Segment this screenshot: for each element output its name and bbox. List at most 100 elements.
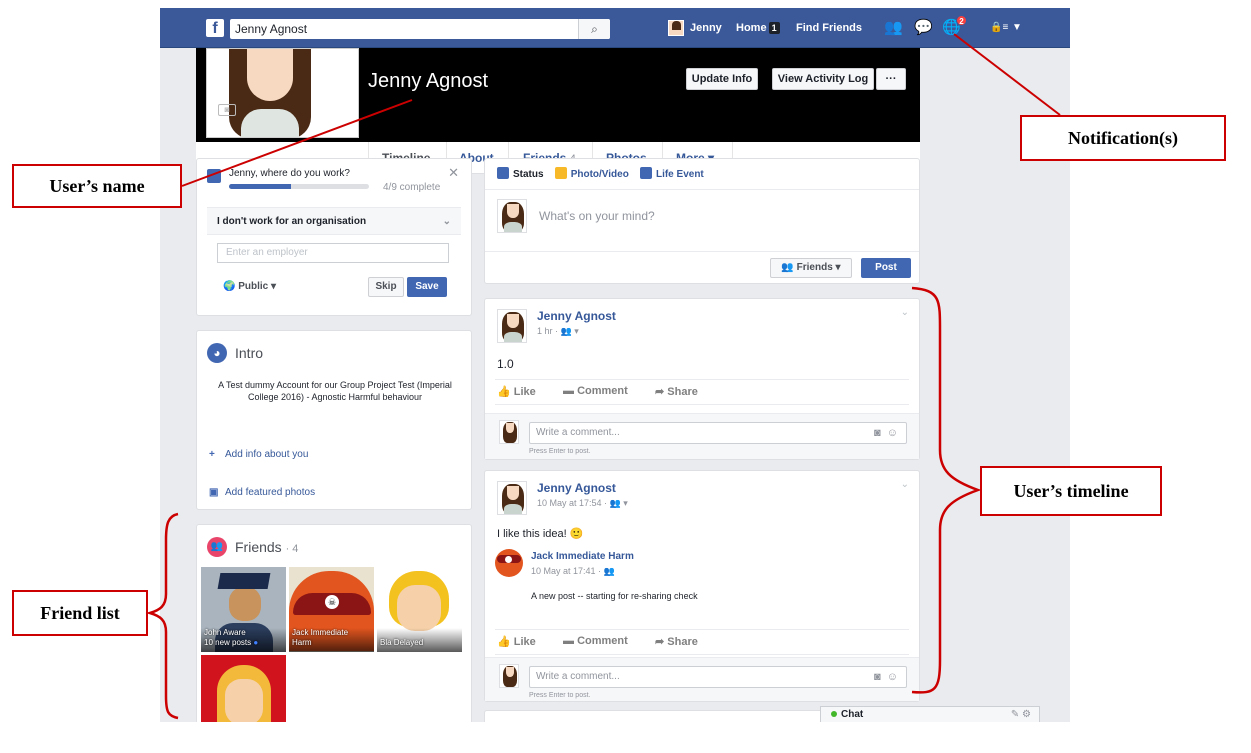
avatar[interactable] [497, 309, 527, 343]
friend-tile[interactable]: Bla Delayed [377, 567, 462, 652]
comment-icon: ▬ [563, 635, 574, 647]
add-info-label: Add info about you [225, 449, 309, 460]
shared-post-author[interactable]: Jack Immediate Harm [531, 551, 634, 562]
photo-icon [554, 167, 567, 179]
camera-icon[interactable]: ◙ [874, 671, 881, 683]
gear-icon[interactable]: ⚙ [1022, 709, 1031, 720]
friend-requests-icon[interactable]: 👥 [884, 19, 903, 37]
friends-audience-icon: 👥 [781, 262, 794, 273]
friend-name: Bla Delayed [380, 638, 424, 647]
avatar-body [504, 222, 522, 232]
friend-tile[interactable] [201, 655, 286, 722]
find-friends-link[interactable]: Find Friends [796, 20, 862, 36]
chat-bar[interactable]: Chat ✎ ⚙ [820, 706, 1040, 722]
update-info-button[interactable]: Update Info [686, 68, 758, 90]
comment-input[interactable]: Write a comment... ◙ ☺ [529, 666, 907, 688]
privacy-selector[interactable]: 🌍 Public ▾ [223, 281, 276, 292]
post-author[interactable]: Jenny Agnost [537, 481, 616, 495]
friends-title: Friends · 4 [235, 539, 298, 555]
friend-face [225, 679, 263, 722]
emoji-icon[interactable]: ☺ [887, 427, 898, 439]
comment-tools: ◙ ☺ [874, 423, 898, 443]
comment-button[interactable]: ▬ Comment [563, 635, 628, 647]
comment-label: Comment [577, 385, 628, 397]
post-options-chevron-icon[interactable]: ⌄ [901, 307, 909, 318]
home-count-badge: 1 [768, 22, 780, 34]
profile-name: Jenny Agnost [368, 70, 489, 92]
save-button[interactable]: Save [407, 277, 447, 297]
view-activity-log-button[interactable]: View Activity Log [772, 68, 874, 90]
online-dot-icon [831, 711, 837, 717]
messages-icon[interactable]: 💬 [914, 19, 933, 37]
timeline-post: Jenny Agnost 10 May at 17:54 · 👥 ▾ ⌄ I l… [484, 470, 920, 702]
post-button[interactable]: Post [861, 258, 911, 278]
graduation-cap-icon [217, 573, 271, 589]
add-info-link[interactable]: + Add info about you [209, 449, 308, 460]
friend-tile[interactable]: John Aware 10 new posts ● [201, 567, 286, 652]
avatar[interactable] [495, 549, 523, 577]
chat-tools: ✎ ⚙ [1011, 707, 1031, 722]
emoji-icon[interactable]: ☺ [887, 671, 898, 683]
post-author[interactable]: Jenny Agnost [537, 309, 616, 323]
friend-name: Jack Immediate Harm [292, 628, 349, 647]
intro-card: ◕ Intro A Test dummy Account for our Gro… [196, 330, 472, 510]
profile-picture[interactable] [206, 48, 359, 138]
privacy-lock-icon[interactable]: 🔒≡ [990, 19, 1008, 37]
comment-hint: Press Enter to post. [529, 448, 591, 455]
work-question: Jenny, where do you work? [229, 168, 350, 179]
profile-link[interactable]: Jenny [690, 20, 722, 36]
tab-status[interactable]: Status [497, 167, 544, 180]
like-button[interactable]: 👍 Like [497, 635, 536, 648]
avatar-body [504, 504, 522, 514]
like-icon: 👍 [497, 386, 511, 398]
account-menu-chevron-icon[interactable]: ▼ [1012, 19, 1022, 37]
share-icon: ➦ [655, 386, 665, 398]
audience-selector[interactable]: 👥 Friends ▾ [770, 258, 852, 278]
avatar-body [504, 332, 522, 342]
status-composer: Status Photo/Video Life Event What's on … [484, 158, 920, 284]
compose-icon[interactable]: ✎ [1011, 709, 1019, 720]
work-status-select[interactable]: I don't work for an organisation ⌄ [207, 207, 461, 235]
share-button[interactable]: ➦ Share [655, 385, 698, 398]
post-options-chevron-icon[interactable]: ⌄ [901, 479, 909, 490]
avatar[interactable] [497, 481, 527, 515]
composer-footer [485, 251, 919, 279]
avatar [497, 199, 527, 233]
share-button[interactable]: ➦ Share [655, 635, 698, 648]
tab-life-event[interactable]: Life Event [639, 167, 704, 180]
intro-globe-icon: ◕ [207, 343, 227, 363]
comment-button[interactable]: ▬ Comment [563, 385, 628, 397]
avatar [499, 420, 519, 444]
more-options-button[interactable]: ··· [876, 68, 906, 90]
search-icon[interactable]: ⌕ [578, 19, 610, 39]
tab-status-label: Status [513, 169, 544, 180]
tab-photo-video[interactable]: Photo/Video [554, 167, 629, 180]
close-icon[interactable]: ✕ [448, 165, 459, 181]
post-text: I like this idea! 🙂 [497, 528, 584, 540]
friend-face [397, 585, 441, 631]
home-link[interactable]: Home 1 [736, 20, 780, 36]
skip-button[interactable]: Skip [368, 277, 404, 297]
post-actions: 👍 Like ▬ Comment ➦ Share [495, 629, 909, 655]
status-input[interactable]: What's on your mind? [539, 209, 655, 223]
annotation-friend-list: Friend list [12, 590, 148, 636]
friend-tile[interactable]: ☠ Jack Immediate Harm [289, 567, 374, 652]
selected-option: I don't work for an organisation [217, 216, 367, 227]
progress-fill [229, 184, 292, 189]
add-featured-photos-link[interactable]: ▣ Add featured photos [209, 487, 315, 498]
annotation-user-name: User’s name [12, 164, 182, 208]
employer-input[interactable]: Enter an employer [217, 243, 449, 263]
pencil-icon [497, 167, 509, 179]
comment-tools: ◙ ☺ [874, 667, 898, 687]
camera-icon[interactable]: ◙ [874, 427, 881, 439]
friends-card: 👥 Friends · 4 John Aware 10 new posts ● ☠… [196, 524, 472, 722]
camera-icon[interactable]: ◙ [218, 104, 236, 116]
comment-label: Comment [577, 635, 628, 647]
like-button[interactable]: 👍 Like [497, 385, 536, 398]
comment-input[interactable]: Write a comment... ◙ ☺ [529, 422, 907, 444]
search-input[interactable]: Jenny Agnost [230, 19, 610, 39]
user-avatar-icon[interactable] [668, 20, 684, 36]
comment-area: Write a comment... ◙ ☺ Press Enter to pos… [485, 413, 919, 459]
avatar [499, 664, 519, 688]
facebook-logo-icon[interactable]: f [206, 19, 224, 37]
